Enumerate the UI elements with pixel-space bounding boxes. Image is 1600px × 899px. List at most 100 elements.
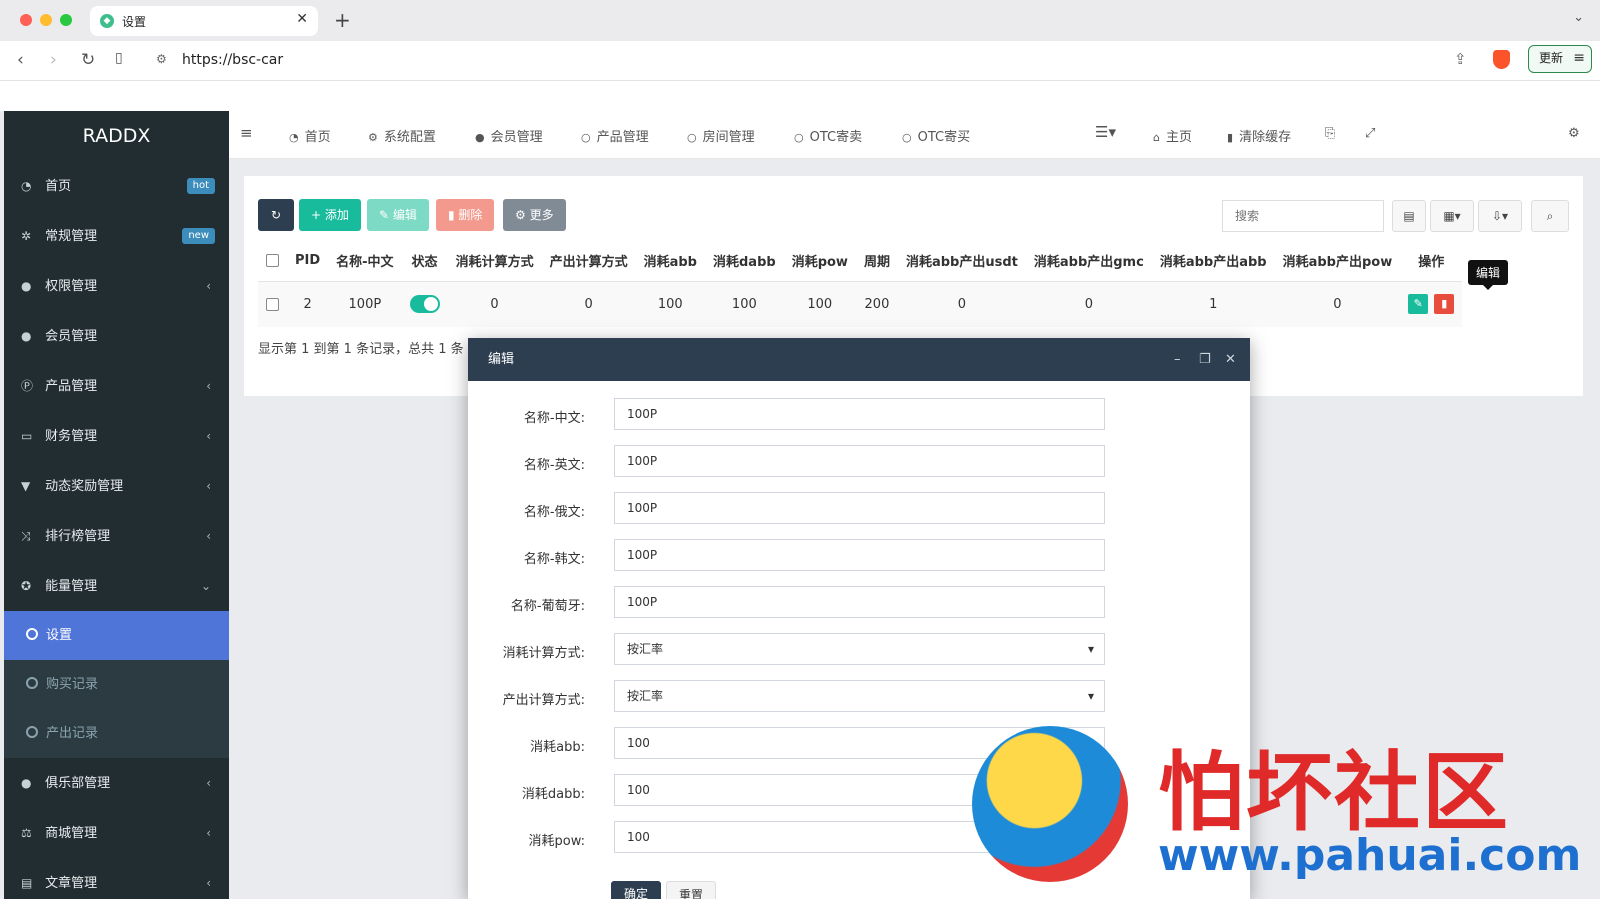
update-button[interactable]: 更新 ≡ [1528,45,1592,73]
nav-list-dropdown-icon[interactable]: ☰▾ [1095,123,1116,141]
zoom-window-button[interactable] [60,14,72,26]
status-toggle[interactable] [409,295,440,314]
topnav-label: 房间管理 [702,130,755,145]
column-header[interactable]: 消耗abb产出gmc [1025,241,1152,282]
url-text[interactable]: https://bsc-car [182,52,283,68]
column-header[interactable]: 消耗abb产出abb [1151,241,1275,282]
tab-list-chevron-icon[interactable]: ⌄ [1573,10,1584,25]
topnav-otc-sell[interactable]: ○ OTC寄卖 [794,126,862,145]
settings-icon[interactable]: ⚙ [1568,126,1580,141]
address-bar[interactable]: ⚙ https://bsc-car [148,46,1448,76]
sidebar-subitem-settings[interactable]: 设置 [4,611,229,660]
column-header[interactable]: 消耗计算方式 [447,241,542,282]
fullscreen-icon[interactable]: ⤢ [1365,126,1375,141]
topnav-rooms[interactable]: ○ 房间管理 [687,126,755,145]
sidebar-item-products[interactable]: Ⓟ 产品管理 ‹ [4,361,229,411]
delete-button[interactable]: ▮ 删除 [436,199,495,231]
search-button[interactable]: ⌕ [1531,200,1569,232]
sidebar-item-members[interactable]: ● 会员管理 [4,311,229,361]
minimize-window-button[interactable] [40,14,52,26]
sidebar-item-club[interactable]: ● 俱乐部管理 ‹ [4,758,229,808]
refresh-button[interactable]: ↻ [258,199,294,231]
sidebar-item-home[interactable]: ◔ 首页 hot [4,161,229,211]
select-all-checkbox[interactable] [266,254,279,268]
sidebar-item-leaderboard[interactable]: ⤨ 排行榜管理 ‹ [4,511,229,561]
column-header[interactable]: 产出计算方式 [541,241,636,282]
edit-button[interactable]: ✎ 编辑 [367,199,429,231]
back-icon[interactable]: ‹ [17,50,24,70]
export-icon: ⇩▾ [1491,209,1509,223]
select-all-cell[interactable] [258,241,287,282]
column-header[interactable]: 周期 [855,241,898,282]
sidebar-subitem-purchase-records[interactable]: 购买记录 [4,660,229,709]
column-header[interactable]: 消耗pow [783,241,856,282]
sidebar-toggle-icon[interactable]: ≡ [240,124,253,142]
app-logo[interactable]: RADDX [4,111,229,161]
topnav-products[interactable]: ○ 产品管理 [581,126,649,145]
more-button[interactable]: ⚙ 更多 [503,199,566,231]
circle-icon: ○ [687,131,697,144]
close-window-button[interactable] [20,14,32,26]
toggle-view-button[interactable]: ▤ [1392,200,1426,232]
name-cn-input[interactable] [614,398,1105,430]
trash-icon: ▮ [1441,297,1448,311]
name-ko-input[interactable] [614,539,1105,571]
topnav-otc-buy[interactable]: ○ OTC寄买 [902,126,970,145]
close-icon[interactable]: ✕ [1225,338,1236,381]
add-label: 添加 [324,208,349,222]
column-header[interactable]: 消耗dabb [704,241,784,282]
add-button[interactable]: + 添加 [299,199,361,231]
share-icon[interactable]: ⇪ [1454,50,1467,68]
column-header[interactable]: 状态 [401,241,448,282]
name-en-input[interactable] [614,445,1105,477]
new-tab-button[interactable]: + [334,8,351,32]
site-settings-icon[interactable]: ⚙ [156,52,167,66]
column-header[interactable]: 消耗abb [635,241,705,282]
translate-icon[interactable]: ⎘ [1325,126,1335,141]
export-dropdown-button[interactable]: ⇩▾ [1478,200,1522,232]
topnav-home[interactable]: ◔ 首页 [289,126,331,145]
name-ru-input[interactable] [614,492,1105,524]
row-edit-button[interactable]: ✎ [1408,294,1429,315]
minimize-icon[interactable]: – [1174,338,1181,381]
sidebar-item-general[interactable]: ✲ 常规管理 new [4,211,229,261]
topnav-system-config[interactable]: ⚙ 系统配置 [368,126,436,145]
tab-close-icon[interactable]: ✕ [296,11,308,27]
maximize-icon[interactable]: ❐ [1199,338,1211,381]
topnav-main-page[interactable]: ⌂ 主页 [1153,126,1192,145]
row-checkbox[interactable] [266,297,279,311]
column-header[interactable]: 消耗abb产出usdt [897,241,1026,282]
sidebar-item-articles[interactable]: ▤ 文章管理 ‹ [4,858,229,899]
topnav-members[interactable]: ● 会员管理 [475,126,543,145]
browser-tab[interactable]: ◆ 设置 ✕ [90,6,318,36]
output-mode-select[interactable]: 按汇率 [614,680,1105,712]
row-select-cell[interactable] [258,281,287,327]
topnav-clear-cache[interactable]: ▮ 清除缓存 [1227,126,1291,145]
column-header[interactable]: PID [287,241,329,282]
bookmark-icon[interactable]: ▯ [115,50,123,66]
chevron-left-icon: ‹ [206,279,211,293]
brave-shields-icon[interactable] [1493,50,1510,69]
confirm-button[interactable]: 确定 [611,881,661,899]
search-input[interactable] [1222,200,1384,232]
name-pt-input[interactable] [614,586,1105,618]
field-label: 消耗abb: [530,740,585,755]
sidebar-item-energy[interactable]: ✪ 能量管理 ⌄ [4,561,229,611]
reset-button[interactable]: 重置 [666,881,716,899]
sidebar-subitem-output-records[interactable]: 产出记录 [4,709,229,758]
forward-icon[interactable]: › [50,50,57,70]
cost-mode-select[interactable]: 按汇率 [614,633,1105,665]
reload-icon[interactable]: ↻ [81,50,95,70]
sidebar-item-rewards[interactable]: ▼ 动态奖励管理 ‹ [4,461,229,511]
row-delete-button[interactable]: ▮ [1434,294,1455,315]
table-row[interactable]: 2 100P 0 0 100 100 100 200 0 0 1 0 ✎ ▮ [258,281,1463,327]
sidebar-item-finance[interactable]: ▭ 财务管理 ‹ [4,411,229,461]
top-navigation: ≡ ◔ 首页 ⚙ 系统配置 ● 会员管理 ○ 产品管理 ○ 房间管理 ○ OTC寄卖 ○ OT… [229,111,1600,159]
sidebar-item-shop[interactable]: ⚖ 商城管理 ‹ [4,808,229,858]
column-header[interactable]: 消耗abb产出pow [1274,241,1401,282]
field-label: 消耗计算方式: [502,646,585,661]
column-header[interactable]: 名称-中文 [328,241,402,282]
sidebar-item-permissions[interactable]: ● 权限管理 ‹ [4,261,229,311]
pagination-info: 显示第 1 到第 1 条记录，总共 1 条 [258,342,464,357]
columns-dropdown-button[interactable]: ▦▾ [1430,200,1474,232]
